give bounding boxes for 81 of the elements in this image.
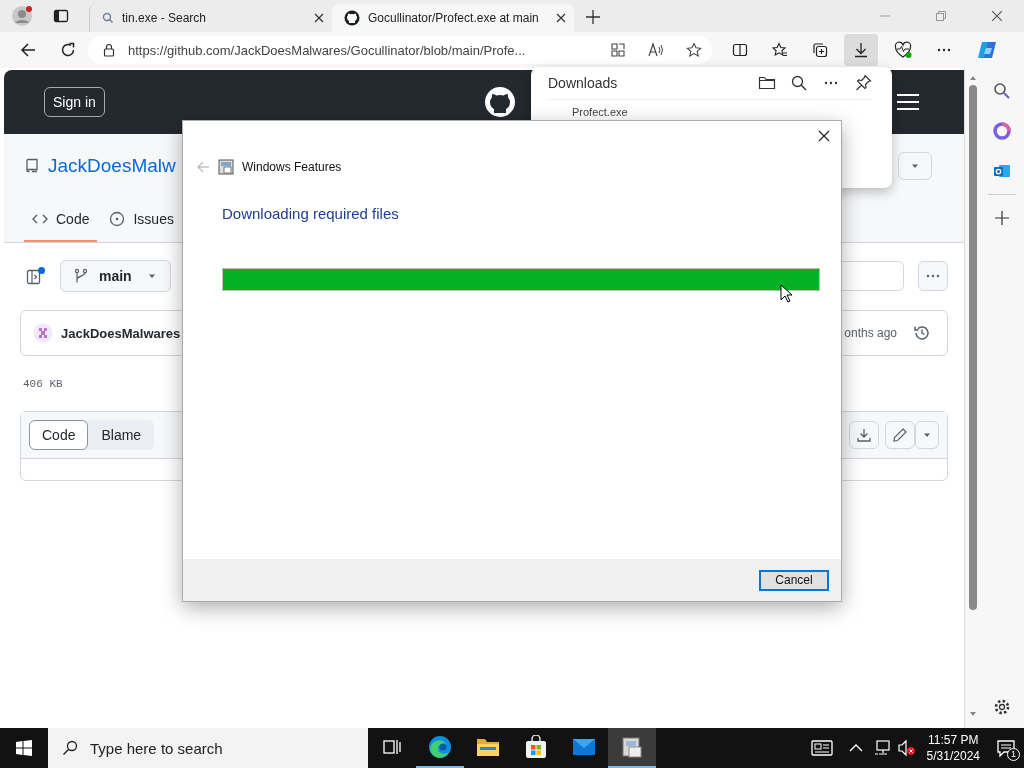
tab-actions-icon[interactable] xyxy=(53,8,69,24)
repository-tab[interactable]: Code xyxy=(24,198,98,242)
add-icon[interactable] xyxy=(995,211,1009,225)
avatar-icon xyxy=(33,323,53,343)
control-panel-icon xyxy=(620,735,644,759)
read-aloud-icon[interactable] xyxy=(648,42,664,58)
dialog-title: Windows Features xyxy=(242,160,342,174)
browser-tab[interactable]: Gocullinator/Profect.exe at main xyxy=(332,4,574,32)
clock-time: 11:57 PM xyxy=(928,732,979,748)
scroll-thumb[interactable] xyxy=(968,85,977,610)
sign-in-button[interactable]: Sign in xyxy=(44,87,105,117)
view-tab[interactable]: Code xyxy=(29,420,89,450)
network-icon[interactable] xyxy=(873,739,892,757)
file-size: 406 KB xyxy=(23,378,64,390)
windows-start-icon[interactable] xyxy=(16,740,32,756)
clock[interactable]: 11:57 PM 5/31/2024 xyxy=(926,732,980,764)
panel-title: Downloads xyxy=(548,75,618,91)
favorites-icon[interactable] xyxy=(772,42,788,58)
issue-icon xyxy=(109,211,126,227)
back-icon[interactable] xyxy=(20,42,36,58)
caret-icon xyxy=(911,162,919,170)
outlook-icon[interactable] xyxy=(993,162,1011,180)
cancel-button[interactable]: Cancel xyxy=(759,569,829,591)
notification-count: 1 xyxy=(1007,748,1020,761)
address-bar[interactable]: https://github.com/JackDoesMalwares/Gocullinator/blob/main/Profe... xyxy=(88,36,712,64)
download-file-name[interactable]: Profect.exe xyxy=(572,106,872,119)
caret-icon xyxy=(147,272,156,280)
close-icon[interactable] xyxy=(556,13,566,23)
new-tab-icon[interactable] xyxy=(586,10,600,24)
control-panel-icon xyxy=(218,159,234,175)
taskbar-app[interactable] xyxy=(608,728,656,768)
split-screen-icon[interactable] xyxy=(732,42,748,58)
app-grid-icon[interactable] xyxy=(610,42,626,58)
commit-author[interactable]: JackDoesMalwares xyxy=(61,325,181,341)
repository-tab[interactable]: Issues xyxy=(101,198,182,242)
downloads-button[interactable] xyxy=(844,34,878,66)
commit-time: onths ago xyxy=(844,326,897,340)
folder-icon[interactable] xyxy=(758,74,776,92)
history-icon[interactable] xyxy=(913,324,931,342)
caret-icon xyxy=(923,431,931,439)
notifications-button[interactable]: 1 xyxy=(988,728,1024,768)
repository-owner-link[interactable]: JackDoesMalw xyxy=(48,155,176,177)
scroll-down-icon[interactable] xyxy=(968,710,977,718)
download-button[interactable] xyxy=(849,421,879,449)
search-icon[interactable] xyxy=(790,74,808,92)
github-icon xyxy=(344,10,360,26)
star-icon[interactable] xyxy=(686,42,702,58)
close-icon[interactable] xyxy=(818,130,830,142)
file-tree-icon[interactable] xyxy=(26,266,46,286)
edge-icon xyxy=(428,735,452,759)
collections-icon[interactable] xyxy=(812,42,828,58)
download-icon xyxy=(856,427,872,443)
pencil-icon xyxy=(892,427,908,443)
search-icon[interactable] xyxy=(993,82,1011,100)
mouse-cursor-icon xyxy=(780,284,792,303)
news-icon[interactable] xyxy=(810,737,833,759)
url-text: https://github.com/JackDoesMalwares/Gocullinator/blob/main/Profe... xyxy=(128,42,527,58)
refresh-icon[interactable] xyxy=(60,42,76,58)
lock-icon xyxy=(102,43,116,57)
taskbar-search-field[interactable]: Type here to search xyxy=(48,728,368,768)
pin-icon[interactable] xyxy=(854,74,872,92)
branch-button[interactable]: main xyxy=(60,260,171,292)
settings-icon[interactable] xyxy=(993,698,1011,716)
heart-pulse-icon[interactable] xyxy=(894,41,912,59)
close-icon[interactable] xyxy=(314,13,324,23)
volume-muted-icon[interactable] xyxy=(897,739,916,757)
message-icon xyxy=(996,738,1016,758)
repository-icon xyxy=(24,158,40,174)
task-view-icon xyxy=(382,737,402,757)
profile-icon[interactable] xyxy=(11,5,33,27)
clock-date: 5/31/2024 xyxy=(926,748,980,764)
edit-button[interactable] xyxy=(885,421,915,449)
branch-icon xyxy=(73,268,89,284)
search-icon xyxy=(62,740,78,756)
dialog-heading: Downloading required files xyxy=(222,205,400,222)
store-icon xyxy=(524,735,548,759)
search-icon xyxy=(102,12,114,24)
view-tab[interactable]: Blame xyxy=(88,420,155,450)
scroll-up-icon[interactable] xyxy=(968,74,977,82)
github-logo-icon[interactable] xyxy=(484,86,517,118)
download-icon xyxy=(853,42,869,58)
